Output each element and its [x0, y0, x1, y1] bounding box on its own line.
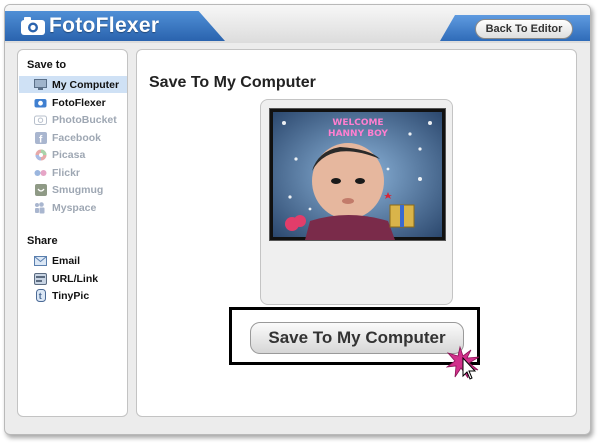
sidebar-item-label: Picasa	[52, 148, 86, 161]
save-to-heading: Save to	[27, 59, 67, 71]
sidebar: Save to My Computer FotoFlexer PhotoBuck…	[17, 49, 128, 417]
sidebar-item-label: My Computer	[52, 78, 120, 91]
top-bar: FotoFlexer Back To Editor	[5, 5, 590, 43]
picasa-icon	[34, 148, 47, 161]
sidebar-item-label: Email	[52, 254, 81, 267]
fotoflexer-window: FotoFlexer Back To Editor Save to My Com…	[4, 4, 591, 435]
facebook-icon: f	[34, 131, 47, 144]
photobucket-icon	[34, 113, 47, 126]
sidebar-item-my-computer[interactable]: My Computer	[19, 76, 127, 93]
tinypic-icon: t	[34, 289, 47, 302]
page-title: Save To My Computer	[149, 74, 316, 91]
sidebar-item-email[interactable]: Email	[19, 252, 127, 269]
sidebar-item-tinypic[interactable]: t TinyPic	[19, 287, 127, 304]
sidebar-item-fotoflexer[interactable]: FotoFlexer	[19, 94, 127, 111]
sidebar-item-label: TinyPic	[52, 289, 90, 302]
sidebar-item-label: FotoFlexer	[52, 96, 106, 109]
camera-icon	[34, 96, 47, 109]
myspace-icon	[34, 201, 47, 214]
sidebar-item-facebook[interactable]: f Facebook	[19, 129, 127, 146]
share-heading: Share	[27, 235, 58, 247]
svg-text:t: t	[38, 291, 41, 301]
back-to-editor-button[interactable]: Back To Editor	[475, 19, 573, 39]
monitor-icon	[34, 78, 47, 91]
main-panel: Save To My Computer WELCOME HANNY BOY Sa…	[136, 49, 577, 417]
photo-image: WELCOME HANNY BOY	[270, 109, 445, 240]
sidebar-item-picasa[interactable]: Picasa	[19, 146, 127, 163]
sidebar-item-flickr[interactable]: Flickr	[19, 164, 127, 181]
click-cursor-icon	[446, 345, 480, 380]
photo-overlay-line-1: WELCOME	[332, 118, 383, 128]
sidebar-item-url-link[interactable]: URL/Link	[19, 270, 127, 287]
sidebar-item-myspace[interactable]: Myspace	[19, 199, 127, 216]
save-button-highlight: Save To My Computer	[229, 307, 480, 365]
smugmug-icon	[34, 183, 47, 196]
envelope-icon	[34, 254, 47, 267]
photo-preview-card: WELCOME HANNY BOY	[260, 99, 453, 305]
app-logo-text: FotoFlexer	[49, 14, 160, 37]
photo-preview: WELCOME HANNY BOY	[269, 108, 446, 241]
sidebar-item-label: Myspace	[52, 201, 97, 214]
sidebar-item-smugmug[interactable]: Smugmug	[19, 181, 127, 198]
sidebar-item-photobucket[interactable]: PhotoBucket	[19, 111, 127, 128]
camera-logo-icon	[21, 17, 45, 35]
flickr-icon	[34, 166, 47, 179]
save-to-my-computer-button[interactable]: Save To My Computer	[250, 322, 464, 354]
sidebar-item-label: PhotoBucket	[52, 113, 117, 126]
sidebar-item-label: Flickr	[52, 166, 81, 179]
sidebar-item-label: URL/Link	[52, 272, 99, 285]
photo-overlay-line-2: HANNY BOY	[328, 129, 388, 139]
sidebar-item-label: Facebook	[52, 131, 102, 144]
link-icon	[34, 272, 47, 285]
sidebar-item-label: Smugmug	[52, 183, 104, 196]
